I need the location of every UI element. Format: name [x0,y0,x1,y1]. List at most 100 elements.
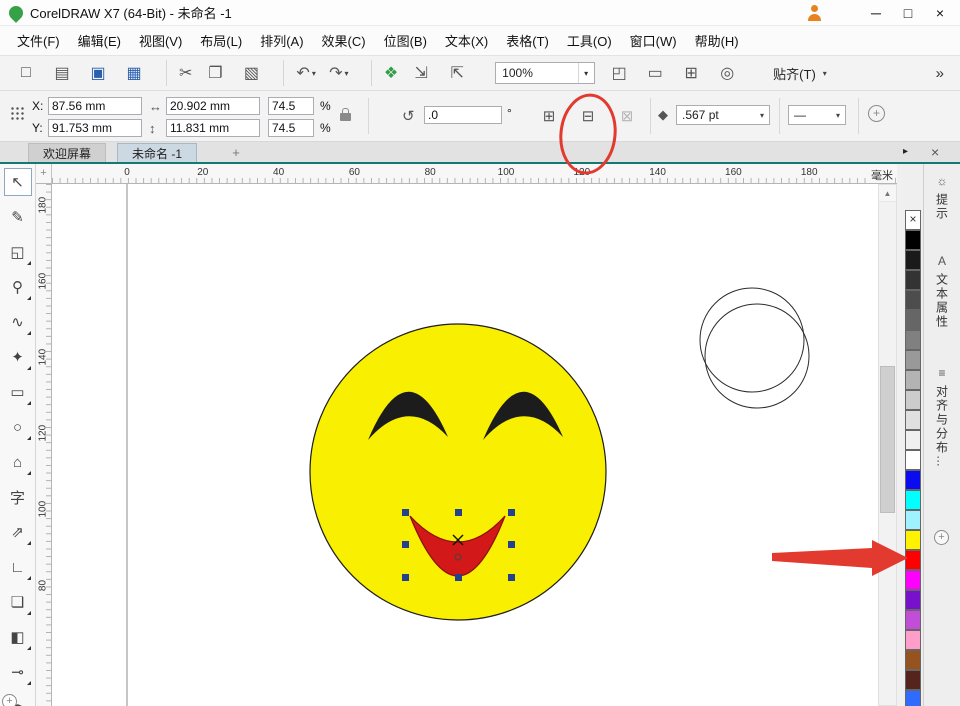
text-tool[interactable]: 字 [4,483,32,511]
color-swatch[interactable] [905,530,921,550]
open-document-button[interactable]: ▤ [49,60,75,86]
fullscreen-preview-button[interactable]: ◰ [606,60,632,86]
color-swatch[interactable] [905,490,921,510]
lock-ratio-icon[interactable] [340,113,351,121]
menu-item-layout[interactable]: 布局(L) [191,27,251,54]
outline-width-combo[interactable]: .567 pt ▾ [676,105,770,125]
rectangle-tool[interactable]: ▭ [4,378,32,406]
menu-item-bitmaps[interactable]: 位图(B) [375,27,436,54]
color-eyedropper-tool[interactable]: ⊸ [4,658,32,686]
menu-item-arrange[interactable]: 排列(A) [251,27,312,54]
ellipse-tool[interactable]: ○ [4,413,32,441]
freehand-tool[interactable]: ∿ [4,308,32,336]
color-swatch[interactable] [905,570,921,590]
color-swatch[interactable] [905,650,921,670]
x-position-input[interactable] [48,97,142,115]
new-tab-button[interactable]: + [228,145,244,161]
color-swatch[interactable] [905,230,921,250]
color-swatch[interactable] [905,510,921,530]
docker-tab-text-properties[interactable]: A 文本属性 [928,254,956,329]
menu-item-view[interactable]: 视图(V) [130,27,191,54]
document-tab-welcome[interactable]: 欢迎屏幕 [28,143,106,162]
transparency-tool[interactable]: ◧ [4,623,32,651]
break-apart-button[interactable]: ⊠ [614,103,640,129]
user-account-icon[interactable] [806,5,822,21]
scrollbar-thumb[interactable] [880,366,895,513]
pick-tool[interactable]: ↖ [4,168,32,196]
shape-tool[interactable]: ✎ [4,203,32,231]
zoom-tool[interactable]: ⚲ [4,273,32,301]
zoom-level-combo[interactable]: 100% ▾ [495,62,595,84]
undo-button[interactable]: ↶▾ [283,60,315,86]
menu-item-help[interactable]: 帮助(H) [686,27,748,54]
menu-item-file[interactable]: 文件(F) [8,27,69,54]
selection-handle[interactable] [455,574,462,581]
y-position-input[interactable] [48,119,142,137]
save-button[interactable]: ▣ [85,60,111,86]
v-ruler[interactable]: 18016014012010080 [36,184,52,706]
outline-circle-1[interactable] [700,288,804,392]
color-swatch[interactable] [905,250,921,270]
smart-fill-tool[interactable]: ✦ [4,343,32,371]
close-button[interactable]: × [924,1,956,25]
palette-options-button[interactable]: + [934,530,949,545]
chevron-down-icon[interactable]: ▾ [578,63,588,83]
tab-scroll-icon[interactable]: ▸ [903,146,908,157]
export-button[interactable]: ⇱ [444,60,470,86]
print-button[interactable]: ▦ [121,60,147,86]
paste-button[interactable]: ▧ [238,60,264,86]
color-swatch[interactable] [905,630,921,650]
combine-button[interactable]: ⊟ [575,103,601,129]
scale-x-input[interactable] [268,97,314,115]
crop-tool[interactable]: ◱ [4,238,32,266]
drawing-canvas[interactable] [52,184,878,706]
selection-handle[interactable] [508,574,515,581]
color-swatch[interactable] [905,330,921,350]
object-width-input[interactable] [166,97,260,115]
docker-tab-hints[interactable]: ☼ 提示 [928,174,956,221]
quick-customize-button[interactable]: + [868,105,885,122]
maximize-button[interactable]: □ [892,1,924,25]
color-swatch[interactable] [905,450,921,470]
menu-item-effects[interactable]: 效果(C) [313,27,375,54]
import-button[interactable]: ⇲ [408,60,434,86]
docker-tab-align-distribute[interactable]: ≡ 对齐与分布… [928,366,956,469]
selection-handle[interactable] [402,509,409,516]
color-swatch[interactable] [905,370,921,390]
show-rulers-button[interactable]: ▭ [642,60,668,86]
close-document-icon[interactable]: × [931,144,939,160]
object-height-input[interactable] [166,119,260,137]
document-tab-untitled[interactable]: 未命名 -1 [117,143,197,162]
minimize-button[interactable]: ─ [860,1,892,25]
color-swatch[interactable] [905,310,921,330]
undo-dropdown-caret[interactable]: ▾ [312,69,316,78]
view-options-button[interactable]: ◎ [714,60,740,86]
color-swatch[interactable] [905,270,921,290]
redo-button[interactable]: ↷▾ [326,60,352,86]
color-swatch[interactable] [905,390,921,410]
h-ruler[interactable]: 毫米 020406080100120140160180 [52,164,903,184]
snap-to-button[interactable]: 贴齐(T) ▾ [773,64,827,83]
connector-tool[interactable]: ∟ [4,553,32,581]
menu-item-table[interactable]: 表格(T) [497,27,558,54]
color-swatch[interactable] [905,430,921,450]
line-style-combo[interactable]: — ▾ [788,105,846,125]
rotation-angle-input[interactable] [424,106,502,124]
selection-handle[interactable] [508,541,515,548]
color-swatch[interactable] [905,590,921,610]
color-swatch[interactable] [905,610,921,630]
menu-item-edit[interactable]: 编辑(E) [69,27,130,54]
color-swatch[interactable] [905,670,921,690]
menu-item-window[interactable]: 窗口(W) [621,27,686,54]
color-swatch[interactable] [905,470,921,490]
polygon-tool[interactable]: ⌂ [4,448,32,476]
selection-handle[interactable] [508,509,515,516]
group-button[interactable]: ⊞ [536,103,562,129]
outline-circle-2[interactable] [705,304,809,408]
add-page-button[interactable]: + [2,694,17,706]
color-swatch[interactable] [905,410,921,430]
scale-y-input[interactable] [268,119,314,137]
vertical-scrollbar[interactable]: ▲ [878,184,897,706]
selection-handle[interactable] [402,574,409,581]
no-color-swatch[interactable]: × [905,210,921,230]
